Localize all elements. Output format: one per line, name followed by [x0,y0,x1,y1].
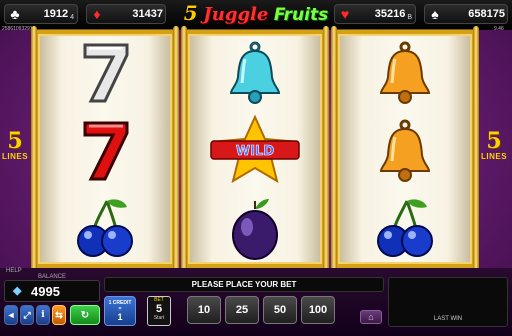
bell-orange-icon [379,119,431,182]
bell-orange-icon [379,41,431,104]
fullscreen-icon: ⤢ [23,309,31,320]
credit-value: 1 [117,312,123,322]
gamble-icon: ⇆ [55,309,63,320]
jackpot-value: 31437 [132,8,163,20]
jackpot-sub: 4 [70,14,74,21]
home-button[interactable]: ⌂ [360,310,382,324]
diamond-credit-icon: ◆ [13,285,22,297]
bet-100-button[interactable]: 100 [301,296,335,324]
autoplay-icon: ↻ [80,309,90,321]
game-logo: 5 Juggle Fruits [168,1,344,27]
symbol-star-wild: WILD [188,112,322,188]
cherries-icon [77,199,133,257]
club-icon: ♣ [10,6,20,22]
lines-indicator-right: 5 LINES [480,130,508,161]
lines-label: LINES [1,152,29,161]
reel-2: WILD [181,26,329,272]
autoplay-button[interactable]: ↻ [70,305,100,325]
lines-number: 5 [7,128,23,154]
info-button[interactable]: i [36,305,50,325]
reel-3 [331,26,479,272]
symbol-seven-red [38,112,172,188]
gamble-button[interactable]: ⇆ [52,305,66,325]
bet-10-button[interactable]: 10 [187,296,221,324]
reel-1 [31,26,179,272]
last-win-label: LAST WIN [433,316,463,322]
symbol-plum [188,190,322,266]
logo-word-fruits: Fruits [273,5,329,25]
star-wild-icon: WILD [210,115,300,184]
speaker-icon: ◄ [6,310,16,320]
seven-red-icon [83,121,129,181]
lines-label: LINES [480,152,508,161]
fullscreen-button[interactable]: ⤢ [20,305,34,325]
seven-white-icon [83,43,129,103]
sound-button[interactable]: ◄ [4,305,18,325]
balance-display: ◆ 4995 [4,280,100,302]
info-icon: i [41,310,45,320]
balance-value: 4995 [31,283,60,299]
spade-icon: ♠ [431,6,439,22]
start-label: Start [153,315,165,321]
symbol-cherries [38,190,172,266]
plum-icon [232,199,278,260]
bet-25-button[interactable]: 25 [225,296,259,324]
help-label: HELP [6,268,22,274]
logo-word-juggle: Juggle [203,4,269,25]
status-message: PLEASE PLACE YOUR BET [104,277,384,292]
symbol-bell-blue [188,34,322,110]
credit-value-button[interactable]: 1 CREDIT = 1 [104,296,136,326]
bet-50-button[interactable]: 50 [263,296,297,324]
jackpot-clubs: ♣ 1912 4 [4,4,78,24]
jackpot-value: 1912 [43,8,69,20]
lines-indicator-left: 5 LINES [1,130,29,161]
ticker-id: 25861093291 [2,26,33,32]
jackpot-diamonds: ♦ 31437 [86,4,166,24]
symbol-bell-orange [338,112,472,188]
jackpot-value: 35216 [374,8,406,20]
bet-start-button[interactable]: BET 5 Start [147,296,171,326]
logo-number: 5 [183,1,198,25]
symbol-bell-orange [338,34,472,110]
lines-number: 5 [486,128,502,154]
cherries-icon [377,199,433,257]
home-icon: ⌂ [368,312,374,322]
jackpot-spades: ♠ 658175 [424,4,508,24]
wild-label: WILD [236,144,274,159]
diamond-icon: ♦ [93,6,101,22]
jackpot-hearts: ♥ 35216 B [334,4,416,24]
jackpot-value: 658175 [468,8,505,20]
bet-value: 5 [155,303,163,315]
jackpot-sub: B [407,14,412,21]
symbol-seven-white [38,34,172,110]
symbol-cherries [338,190,472,266]
ticker-time: 9.46 [494,26,504,32]
bell-blue-icon [229,41,281,104]
